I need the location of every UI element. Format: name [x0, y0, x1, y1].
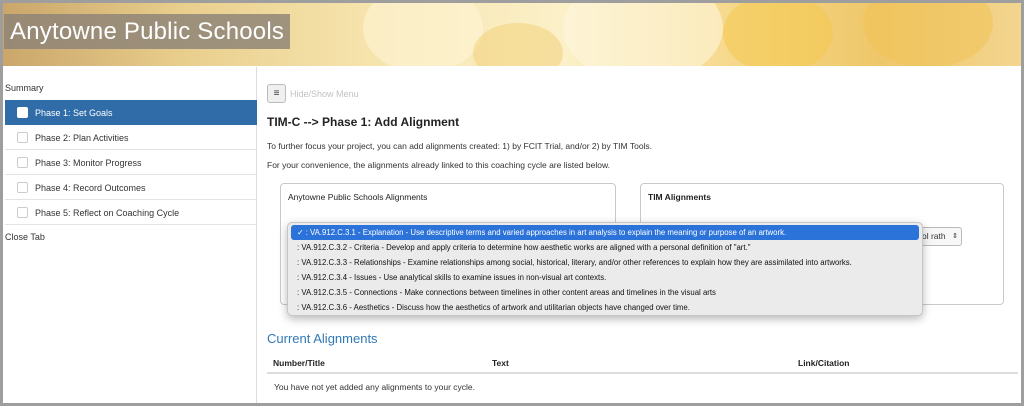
select-value: ol rath — [922, 231, 946, 241]
intro-text-secondary: For your convenience, the alignments alr… — [267, 160, 611, 170]
column-header-text: Text — [492, 358, 509, 368]
checkbox-icon[interactable] — [17, 107, 28, 118]
close-tab-link[interactable]: Close Tab — [5, 232, 45, 242]
page-frame: Anytowne Public Schools Summary Phase 1:… — [0, 0, 1024, 406]
sidebar-item-label: Phase 5: Reflect on Coaching Cycle — [35, 208, 180, 218]
sidebar-item-label: Phase 1: Set Goals — [35, 108, 113, 118]
tim-alignment-select[interactable]: ol rath ⇕ — [918, 227, 962, 246]
dropdown-option[interactable]: : VA.912.C.3.4 - Issues - Use analytical… — [291, 270, 919, 285]
panel-title: TIM Alignments — [648, 192, 711, 202]
checkbox-icon[interactable] — [17, 157, 28, 168]
alignments-table-header: Number/Title Text Link/Citation — [267, 350, 1018, 374]
sidebar: Summary Phase 1: Set Goals Phase 2: Plan… — [3, 67, 257, 403]
flower-decoration — [363, 3, 483, 66]
sidebar-item-phase-2[interactable]: Phase 2: Plan Activities — [5, 125, 257, 150]
menu-toggle-button[interactable]: ≡ — [267, 84, 286, 103]
dropdown-option[interactable]: : VA.912.C.3.6 - Aesthetics - Discuss ho… — [291, 300, 919, 315]
sidebar-summary-link[interactable]: Summary — [5, 83, 44, 93]
sidebar-item-phase-3[interactable]: Phase 3: Monitor Progress — [5, 150, 257, 175]
hide-show-menu-label[interactable]: Hide/Show Menu — [290, 89, 359, 99]
panel-title: Anytowne Public Schools Alignments — [288, 192, 428, 202]
header-banner: Anytowne Public Schools — [3, 3, 1021, 66]
intro-text: To further focus your project, you can a… — [267, 141, 653, 151]
column-header-link: Link/Citation — [798, 358, 850, 368]
flower-decoration — [723, 3, 833, 66]
column-header-number: Number/Title — [273, 358, 325, 368]
flower-decoration — [563, 3, 723, 66]
checkbox-icon[interactable] — [17, 207, 28, 218]
dropdown-option[interactable]: : VA.912.C.3.2 - Criteria - Develop and … — [291, 240, 919, 255]
checkbox-icon[interactable] — [17, 182, 28, 193]
current-alignments-title: Current Alignments — [267, 331, 378, 346]
sidebar-item-phase-5[interactable]: Phase 5: Reflect on Coaching Cycle — [5, 200, 257, 225]
empty-table-message: You have not yet added any alignments to… — [274, 382, 475, 392]
chevron-updown-icon: ⇕ — [952, 233, 958, 240]
sidebar-item-phase-4[interactable]: Phase 4: Record Outcomes — [5, 175, 257, 200]
sidebar-item-label: Phase 2: Plan Activities — [35, 133, 129, 143]
sidebar-item-phase-1[interactable]: Phase 1: Set Goals — [5, 100, 257, 125]
flower-decoration — [863, 3, 993, 66]
site-title: Anytowne Public Schools — [4, 14, 291, 49]
sidebar-phase-list: Phase 1: Set Goals Phase 2: Plan Activit… — [5, 100, 257, 225]
hamburger-icon: ≡ — [273, 88, 280, 99]
alignment-dropdown-menu: ✓ : VA.912.C.3.1 - Explanation - Use des… — [287, 222, 923, 316]
checkbox-icon[interactable] — [17, 132, 28, 143]
dropdown-option[interactable]: : VA.912.C.3.5 - Connections - Make conn… — [291, 285, 919, 300]
dropdown-option[interactable]: : VA.912.C.3.3 - Relationships - Examine… — [291, 255, 919, 270]
dropdown-option[interactable]: ✓ : VA.912.C.3.1 - Explanation - Use des… — [291, 225, 919, 240]
main-content: ≡ Hide/Show Menu TIM-C --> Phase 1: Add … — [260, 67, 1021, 403]
page-title: TIM-C --> Phase 1: Add Alignment — [267, 115, 460, 129]
sidebar-item-label: Phase 4: Record Outcomes — [35, 183, 146, 193]
sidebar-item-label: Phase 3: Monitor Progress — [35, 158, 142, 168]
flower-decoration — [473, 23, 563, 66]
